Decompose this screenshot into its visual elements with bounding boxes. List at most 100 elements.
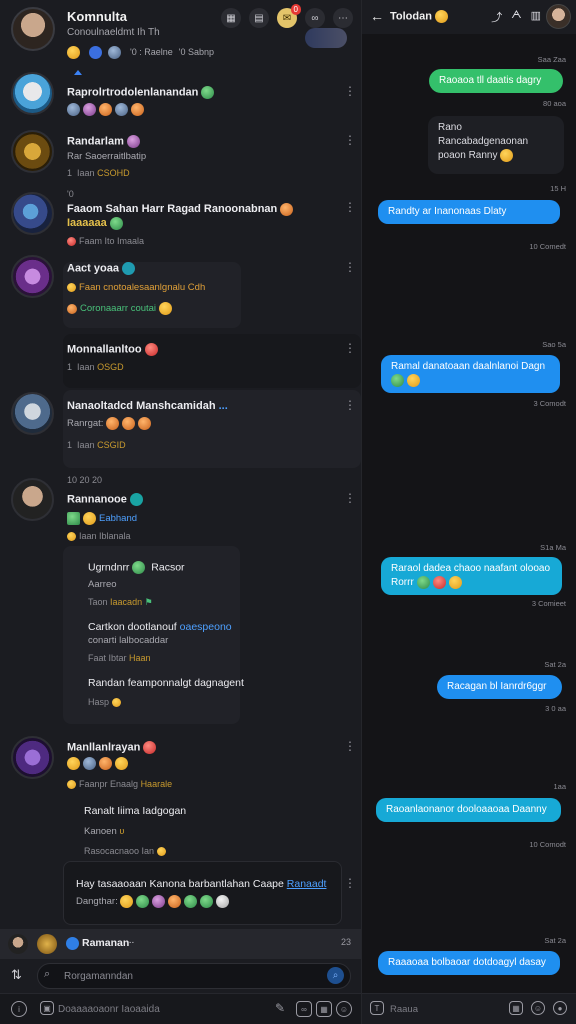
- user-chip-icon[interactable]: [108, 45, 121, 59]
- conversation-menu-icon[interactable]: ⋮: [344, 342, 356, 354]
- chip-label-1[interactable]: '0 : Raelne: [130, 47, 173, 57]
- conversation-item[interactable]: Hay tasaaoaan Kanona barbantlahan Caape …: [0, 860, 361, 926]
- notification-badge: 0: [290, 4, 301, 15]
- conversation-item[interactable]: '0 Faaom Sahan Harr Ragad Ranoonabnan Ia…: [0, 186, 361, 252]
- conversation-menu-icon[interactable]: ⋮: [344, 201, 356, 213]
- link-icon[interactable]: ∞: [305, 8, 325, 28]
- active-chat-strip[interactable]: Ramanan ... 23: [0, 929, 361, 959]
- conversation-avatar[interactable]: [11, 130, 54, 173]
- swap-icon[interactable]: ⇅: [11, 967, 22, 983]
- conversation-meta: 1 Iaan CSOHD: [67, 168, 130, 178]
- thread-meta: Hasp: [88, 697, 124, 708]
- message-bubble[interactable]: Rano Rancabadgenaonan poaon Ranny: [428, 116, 564, 174]
- thread-preview: Aarreo: [88, 579, 117, 590]
- translate-icon[interactable]: ᗅ: [511, 9, 521, 25]
- emoji-icon[interactable]: ☺: [531, 1001, 545, 1015]
- message-status: 3 0 aa: [545, 704, 566, 713]
- conversation-item[interactable]: Monnallanltoo 1 Iaan OSGD ⋮: [0, 332, 361, 390]
- active-chat-time: 23: [340, 937, 351, 947]
- image-icon[interactable]: ▦: [316, 1001, 332, 1017]
- message-bubble[interactable]: Raoanlaonanor dooloaaoaa Daanny: [376, 798, 561, 822]
- grid-icon[interactable]: ▦: [221, 8, 241, 28]
- message-time: 1aa: [553, 782, 566, 791]
- conversation-title: Raprolrtrodolenlanandan: [67, 86, 217, 99]
- conversation-avatar[interactable]: [11, 72, 54, 115]
- link-icon[interactable]: ∞: [296, 1001, 312, 1017]
- conversation-menu-icon[interactable]: ⋮: [344, 261, 356, 273]
- message-bubble[interactable]: Randty ar Inanonaas Dlaty: [378, 200, 560, 224]
- message-bubble[interactable]: Racagan bl Ianrdr6ggr: [437, 675, 562, 699]
- split-icon[interactable]: ▥: [531, 9, 541, 25]
- left-header: Komnulta Conoulnaeldmt Ih Th '0 : Raelne…: [0, 0, 361, 66]
- conversation-title: Rannanooe: [67, 493, 146, 506]
- mic-icon[interactable]: ●: [553, 1001, 567, 1015]
- conversation-item[interactable]: Randarlam Rar Saoerraitlbatip 1 Iaan CSO…: [0, 126, 361, 186]
- conversation-tag: Eabhand: [67, 512, 137, 525]
- text-format-icon[interactable]: T: [370, 1001, 384, 1015]
- conversation-avatar[interactable]: [11, 192, 54, 235]
- conversation-preview: Ranrgat:: [67, 417, 154, 430]
- conversation-avatar[interactable]: [11, 736, 54, 779]
- conversation-preview: Faan cnotoalesaanlgnalu Cdh: [67, 282, 205, 293]
- search-submit-icon[interactable]: ⌕: [327, 967, 344, 984]
- conversation-item[interactable]: Nanaoltadcd Manshcamidah ... Ranrgat: 1 …: [0, 390, 361, 470]
- message-status: 3 Comieet: [531, 599, 566, 608]
- message-bubble[interactable]: Raoaoa tll daatis dagry: [429, 69, 563, 93]
- thread-meta: Taon Iaacadn ⚑: [88, 597, 153, 607]
- image-icon[interactable]: ▦: [509, 1001, 523, 1015]
- pen-icon[interactable]: ✎: [275, 1001, 285, 1015]
- conversation-item[interactable]: Manllanlrayan Faanpr Enaalg Haarale Rana…: [0, 730, 361, 858]
- emoji-icon[interactable]: ☺: [336, 1001, 352, 1017]
- conversation-time: 10 20 20: [67, 475, 103, 485]
- conversation-preview-2: Coronaaarr coutai: [67, 302, 175, 315]
- conversation-item[interactable]: Raprolrtrodolenlanandan ⋮: [0, 70, 361, 126]
- search-input[interactable]: [64, 968, 304, 984]
- profile-avatar[interactable]: [11, 7, 55, 51]
- conversation-title: Aact yoaa: [67, 262, 138, 275]
- conversation-item[interactable]: Aact yoaa Faan cnotoalesaanlgnalu Cdh Co…: [0, 252, 361, 332]
- reaction-row: [67, 757, 131, 770]
- message-time: Sat 2a: [544, 936, 566, 945]
- promo-ribbon[interactable]: [305, 28, 347, 48]
- conversation-meta: 1 Iaan CSGID: [67, 440, 126, 450]
- conversation-menu-icon[interactable]: ⋮: [344, 877, 356, 889]
- message-input[interactable]: [38, 998, 266, 1020]
- conversation-menu-icon[interactable]: ⋮: [344, 740, 356, 752]
- conversation-time: '0: [67, 189, 74, 199]
- notification-icon[interactable]: ✉ 0: [277, 4, 301, 28]
- info-icon[interactable]: i: [11, 1001, 27, 1017]
- message-time: Saa Zaa: [537, 55, 566, 64]
- chip-label-2[interactable]: '0 Sabnp: [179, 47, 214, 57]
- mini-avatar[interactable]: [8, 934, 28, 954]
- active-chat-name: Ramanan: [82, 937, 130, 949]
- thread-meta: Rasocacnaoo Ian: [84, 846, 169, 857]
- shield-icon[interactable]: [89, 45, 102, 59]
- share-icon[interactable]: ⤴: [491, 9, 502, 25]
- conversation-avatar[interactable]: [11, 478, 54, 521]
- conversation-title: Hay tasaaoaan Kanona barbantlahan Caape …: [76, 878, 327, 890]
- conversation-menu-icon[interactable]: ⋮: [344, 492, 356, 504]
- conversation-menu-icon[interactable]: ⋮: [344, 399, 356, 411]
- conversation-avatar[interactable]: [11, 255, 54, 298]
- message-status: 80 aoa: [543, 99, 566, 108]
- search-icon: ⌕: [44, 968, 51, 980]
- mini-avatar[interactable]: [37, 934, 57, 954]
- conversation-avatar[interactable]: [11, 392, 54, 435]
- chat-title: Tolodan: [390, 10, 451, 23]
- apps-icon[interactable]: ▤: [249, 8, 269, 28]
- message-bubble[interactable]: Ramal danatoaan daalnlanoi Dagn: [381, 355, 560, 394]
- status-emoji-icon[interactable]: [67, 45, 80, 59]
- chat-input-bar: T ▦ ☺ ●: [362, 993, 576, 1024]
- conversation-item[interactable]: 10 20 20 Rannanooe Eabhand Iaan Iblanala…: [0, 470, 361, 730]
- header-chips: '0 : Raelne '0 Sabnp: [67, 45, 214, 59]
- chat-input[interactable]: [390, 999, 500, 1019]
- thread-preview: Kanoen ʋ: [84, 826, 125, 837]
- message-bubble[interactable]: Raraol dadea chaoo naafant olooao Rorrr: [381, 557, 562, 596]
- conversation-menu-icon[interactable]: ⋮: [344, 85, 356, 97]
- more-icon[interactable]: ⋯: [333, 8, 353, 28]
- message-time: Sat 2a: [544, 660, 566, 669]
- conversation-menu-icon[interactable]: ⋮: [344, 134, 356, 146]
- message-bubble[interactable]: Raaaoaa bolbaoar dotdoagyl dasay: [378, 951, 560, 975]
- contact-avatar[interactable]: [546, 4, 571, 29]
- back-arrow-icon[interactable]: ←: [370, 8, 384, 24]
